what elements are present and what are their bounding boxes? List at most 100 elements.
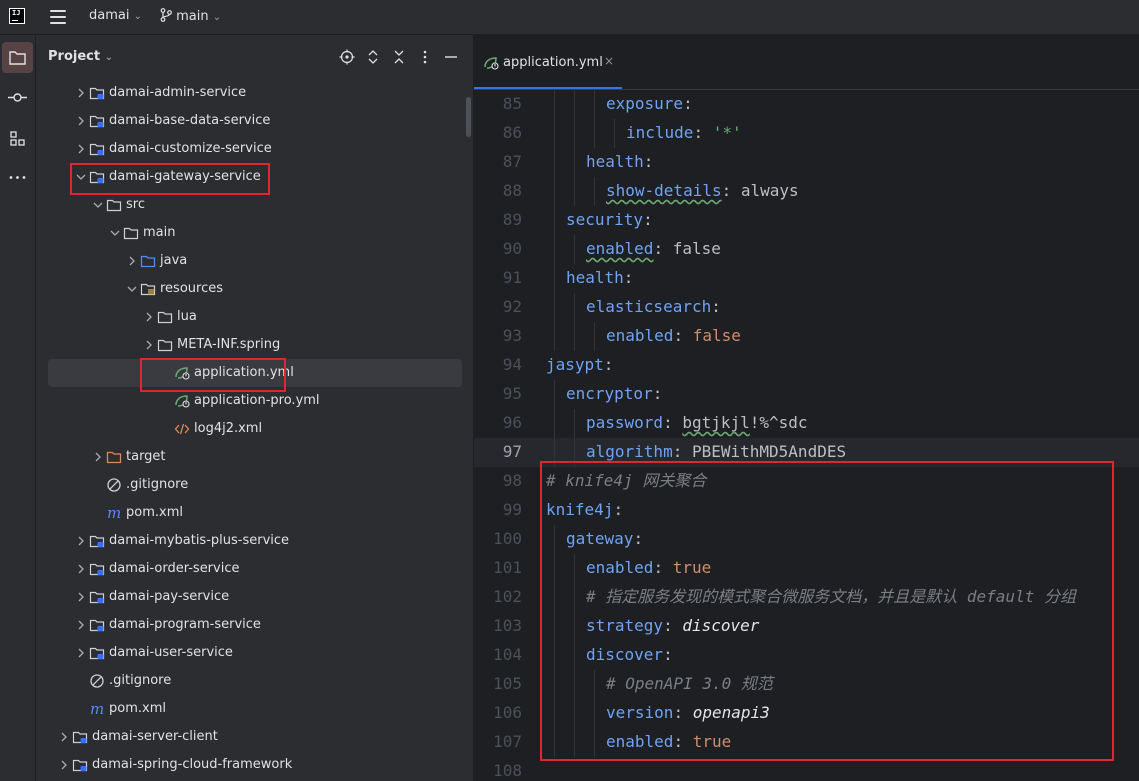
chevron-down-icon[interactable] [127, 283, 137, 295]
chevron-right-icon[interactable] [76, 535, 86, 547]
tree-item[interactable]: damai-base-data-service [36, 107, 473, 135]
tree-item[interactable]: m pom.xml [36, 499, 473, 527]
module-folder-icon [72, 757, 88, 773]
tree-item[interactable]: damai-program-service [36, 611, 473, 639]
code-line[interactable]: 85 exposure: [474, 90, 1139, 119]
code-token: : [623, 268, 634, 287]
source-folder-icon [140, 253, 156, 269]
tree-item[interactable]: log4j2.xml [36, 415, 473, 443]
tree-item[interactable]: damai-pay-service [36, 583, 473, 611]
code-token: : [711, 297, 721, 316]
code-line[interactable]: 94 jasypt: [474, 351, 1139, 380]
chevron-right-icon[interactable] [144, 311, 154, 323]
tree-item[interactable]: damai-order-service [36, 555, 473, 583]
code-line[interactable]: 89 security: [474, 206, 1139, 235]
code-line[interactable]: 95 encryptor: [474, 380, 1139, 409]
module-folder-icon [89, 141, 105, 157]
tree-item[interactable]: .gitignore [36, 471, 473, 499]
structure-tool-button[interactable] [2, 123, 33, 154]
structure-icon [10, 131, 25, 146]
code-token: encryptor [566, 384, 653, 403]
tree-item[interactable]: main [36, 219, 473, 247]
tree-item[interactable]: damai-spring-cloud-framework [36, 751, 473, 779]
chevron-right-icon[interactable] [76, 647, 86, 659]
code-line[interactable]: 93 enabled: false [474, 322, 1139, 351]
chevron-down-icon[interactable] [93, 199, 103, 211]
tree-item-label: damai-server-client [92, 729, 218, 744]
tree-item[interactable]: lua [36, 303, 473, 331]
tree-item[interactable]: damai-user-service [36, 639, 473, 667]
code-token: : [673, 326, 693, 345]
indent-guide [594, 322, 595, 351]
line-number: 90 [502, 239, 522, 258]
code-editor[interactable]: 85 exposure: 86 include: '*' 87 health: 88 show… [474, 90, 1139, 781]
code-line[interactable]: 91 health: [474, 264, 1139, 293]
chevron-right-icon[interactable] [127, 255, 137, 267]
commit-tool-button[interactable] [2, 82, 33, 113]
tree-item[interactable]: target [36, 443, 473, 471]
module-folder-icon [89, 645, 105, 661]
module-folder-icon [89, 589, 105, 605]
chevron-right-icon[interactable] [76, 143, 86, 155]
tree-item[interactable]: damai-mybatis-plus-service [36, 527, 473, 555]
code-line[interactable]: 88 show-details: always [474, 177, 1139, 206]
code-text: health: [586, 151, 653, 173]
line-number: 100 [493, 529, 522, 548]
editor-tab-bar: application.yml × [474, 35, 1139, 90]
options-icon[interactable] [417, 49, 433, 65]
code-text: exposure: [606, 93, 693, 115]
project-tool-button[interactable] [2, 42, 33, 73]
tree-item-label: pom.xml [109, 701, 166, 716]
code-token: !%^sdc [749, 413, 808, 432]
chevron-right-icon[interactable] [76, 87, 86, 99]
branch-selector[interactable]: main ⌄ [160, 8, 221, 24]
chevron-down-icon[interactable] [110, 227, 120, 239]
intellij-logo-icon[interactable]: IJ [9, 8, 25, 24]
tree-item-label: lua [177, 309, 197, 324]
tree-item[interactable]: m pom.xml [36, 695, 473, 723]
chevron-right-icon[interactable] [76, 591, 86, 603]
chevron-right-icon[interactable] [76, 619, 86, 631]
code-line[interactable]: 96 password: bgtjkjl!%^sdc [474, 409, 1139, 438]
code-text: password: bgtjkjl!%^sdc [586, 412, 808, 434]
tree-item[interactable]: damai-server-client [36, 723, 473, 751]
more-tools-button[interactable] [2, 162, 33, 193]
tree-item[interactable]: resources [36, 275, 473, 303]
chevron-right-icon[interactable] [76, 563, 86, 575]
chevron-right-icon[interactable] [59, 759, 69, 771]
hide-panel-icon[interactable] [443, 49, 459, 65]
code-token: enabled [586, 239, 654, 258]
tree-item-label: pom.xml [126, 505, 183, 520]
tree-item[interactable]: damai-admin-service [36, 79, 473, 107]
project-panel-title[interactable]: Project ⌄ [48, 49, 113, 64]
chevron-right-icon[interactable] [59, 731, 69, 743]
ignore-file-icon [106, 477, 122, 493]
highlight-box-application-yml [140, 358, 286, 392]
close-tab-icon[interactable]: × [604, 54, 614, 68]
tree-item-label: resources [160, 281, 224, 296]
tree-item[interactable]: damai-customize-service [36, 135, 473, 163]
code-line[interactable]: 90 enabled: false [474, 235, 1139, 264]
line-number: 89 [502, 210, 522, 229]
indent-guide [574, 322, 575, 351]
chevron-right-icon[interactable] [76, 115, 86, 127]
project-selector[interactable]: damai ⌄ [89, 8, 142, 23]
tree-item[interactable]: java [36, 247, 473, 275]
tree-item[interactable]: META-INF.spring [36, 331, 473, 359]
code-line[interactable]: 87 health: [474, 148, 1139, 177]
module-folder-icon [89, 561, 105, 577]
expand-all-icon[interactable] [365, 49, 381, 65]
code-line[interactable]: 92 elasticsearch: [474, 293, 1139, 322]
code-line[interactable]: 86 include: '*' [474, 119, 1139, 148]
locate-file-icon[interactable] [339, 49, 355, 65]
collapse-all-icon[interactable] [391, 49, 407, 65]
chevron-right-icon[interactable] [93, 451, 103, 463]
main-menu-icon[interactable] [50, 10, 66, 24]
tab-application-yml[interactable]: application.yml × [474, 35, 622, 89]
code-token: : always [721, 181, 799, 200]
indent-guide [554, 293, 555, 322]
chevron-right-icon[interactable] [144, 339, 154, 351]
tree-item[interactable]: .gitignore [36, 667, 473, 695]
indent-guide [554, 206, 555, 235]
tree-item[interactable]: src [36, 191, 473, 219]
